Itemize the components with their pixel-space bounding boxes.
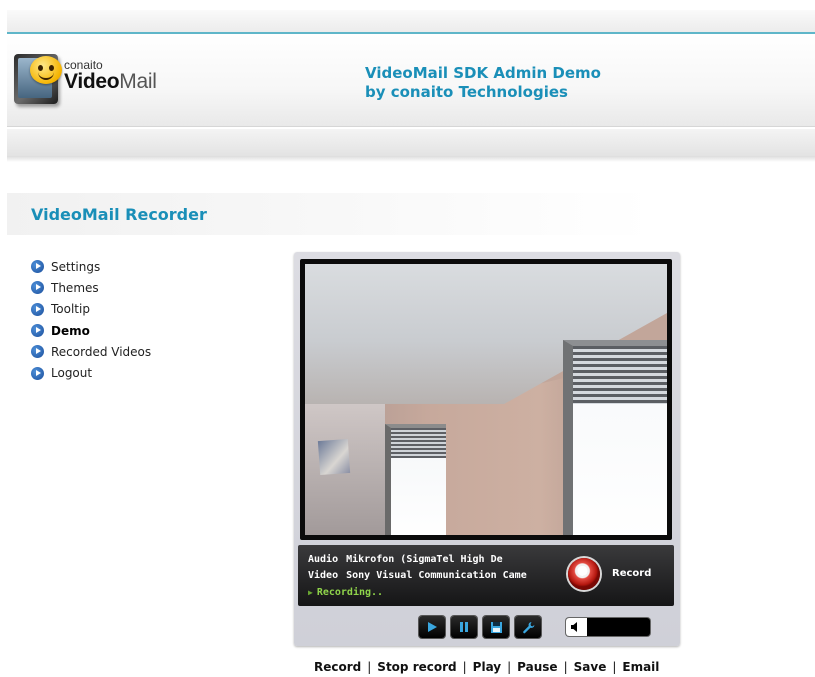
save-button[interactable] (483, 616, 509, 638)
top-bar (7, 10, 815, 32)
sidebar-item-recorded-videos[interactable]: Recorded Videos (31, 341, 151, 362)
video-label: Video (308, 570, 339, 581)
page-title: VideoMail Recorder (31, 205, 207, 224)
play-link[interactable]: Play (473, 660, 501, 674)
sidebar-item-demo[interactable]: Demo (31, 320, 151, 341)
page-header-title: VideoMail SDK Admin Demo by conaito Tech… (365, 64, 601, 102)
email-link[interactable]: Email (622, 660, 659, 674)
speaker-icon (571, 622, 577, 632)
record-button[interactable] (568, 558, 600, 590)
sidebar-item-themes[interactable]: Themes (31, 277, 151, 298)
save-icon (490, 621, 502, 633)
section-header: VideoMail Recorder (7, 193, 815, 235)
header-title-line1: VideoMail SDK Admin Demo (365, 64, 601, 82)
play-button[interactable] (419, 616, 445, 638)
pause-icon (460, 622, 468, 632)
recording-status: ▶ Recording.. (308, 587, 533, 598)
play-icon (428, 622, 437, 632)
sidebar-item-label: Themes (51, 280, 99, 295)
smiley-icon (30, 56, 62, 84)
recorder-action-links: Record | Stop record | Play | Pause | Save | Email (314, 660, 660, 674)
arrow-right-circle-icon (31, 302, 44, 316)
record-button-label: Record (612, 568, 652, 579)
arrow-right-circle-icon (31, 324, 44, 338)
sidebar-menu: Settings Themes Tooltip Demo Recorded Vi… (31, 256, 151, 384)
videomail-recorder: Audio Mikrofon (SigmaTel High De Video Son… (294, 252, 680, 646)
arrow-right-circle-icon (31, 281, 44, 295)
sidebar-item-label: Demo (51, 323, 90, 338)
sidebar-item-settings[interactable]: Settings (31, 256, 151, 277)
video-frame (300, 259, 672, 540)
video-device-name: Sony Visual Communication Came (346, 570, 527, 581)
video-device-line: Video Sony Visual Communication Came (308, 570, 533, 581)
logo-product: VideoMail (64, 70, 157, 93)
volume-slider[interactable] (566, 618, 650, 636)
header-divider (7, 126, 815, 127)
audio-device-line: Audio Mikrofon (SigmaTel High De (308, 554, 533, 565)
arrow-right-circle-icon (31, 260, 44, 274)
pause-link[interactable]: Pause (517, 660, 557, 674)
settings-button[interactable] (515, 616, 541, 638)
sidebar-item-label: Tooltip (51, 302, 90, 317)
arrow-right-circle-icon (31, 345, 44, 359)
save-link[interactable]: Save (574, 660, 607, 674)
webcam-preview (305, 264, 667, 535)
sidebar-item-logout[interactable]: Logout (31, 362, 151, 383)
sidebar-item-label: Settings (51, 259, 101, 274)
sidebar-item-label: Logout (51, 366, 93, 381)
arrow-right-circle-icon (31, 366, 44, 380)
nav-band (7, 129, 815, 156)
recorder-info-panel: Audio Mikrofon (SigmaTel High De Video Son… (298, 545, 674, 606)
nav-band-shadow (7, 156, 815, 162)
status-arrow-icon: ▶ (308, 588, 313, 597)
audio-device-name: Mikrofon (SigmaTel High De (346, 554, 503, 565)
sidebar-item-label: Recorded Videos (51, 344, 152, 359)
sidebar-item-tooltip[interactable]: Tooltip (31, 299, 151, 320)
recording-status-text: Recording.. (316, 587, 384, 598)
pause-button[interactable] (451, 616, 477, 638)
conaito-videomail-logo: conaito VideoMail (14, 50, 164, 108)
record-link[interactable]: Record (314, 660, 361, 674)
header-title-line2: by conaito Technologies (365, 83, 568, 101)
stop-record-link[interactable]: Stop record (377, 660, 456, 674)
audio-label: Audio (308, 554, 339, 565)
settings-wrench-icon (522, 621, 534, 633)
